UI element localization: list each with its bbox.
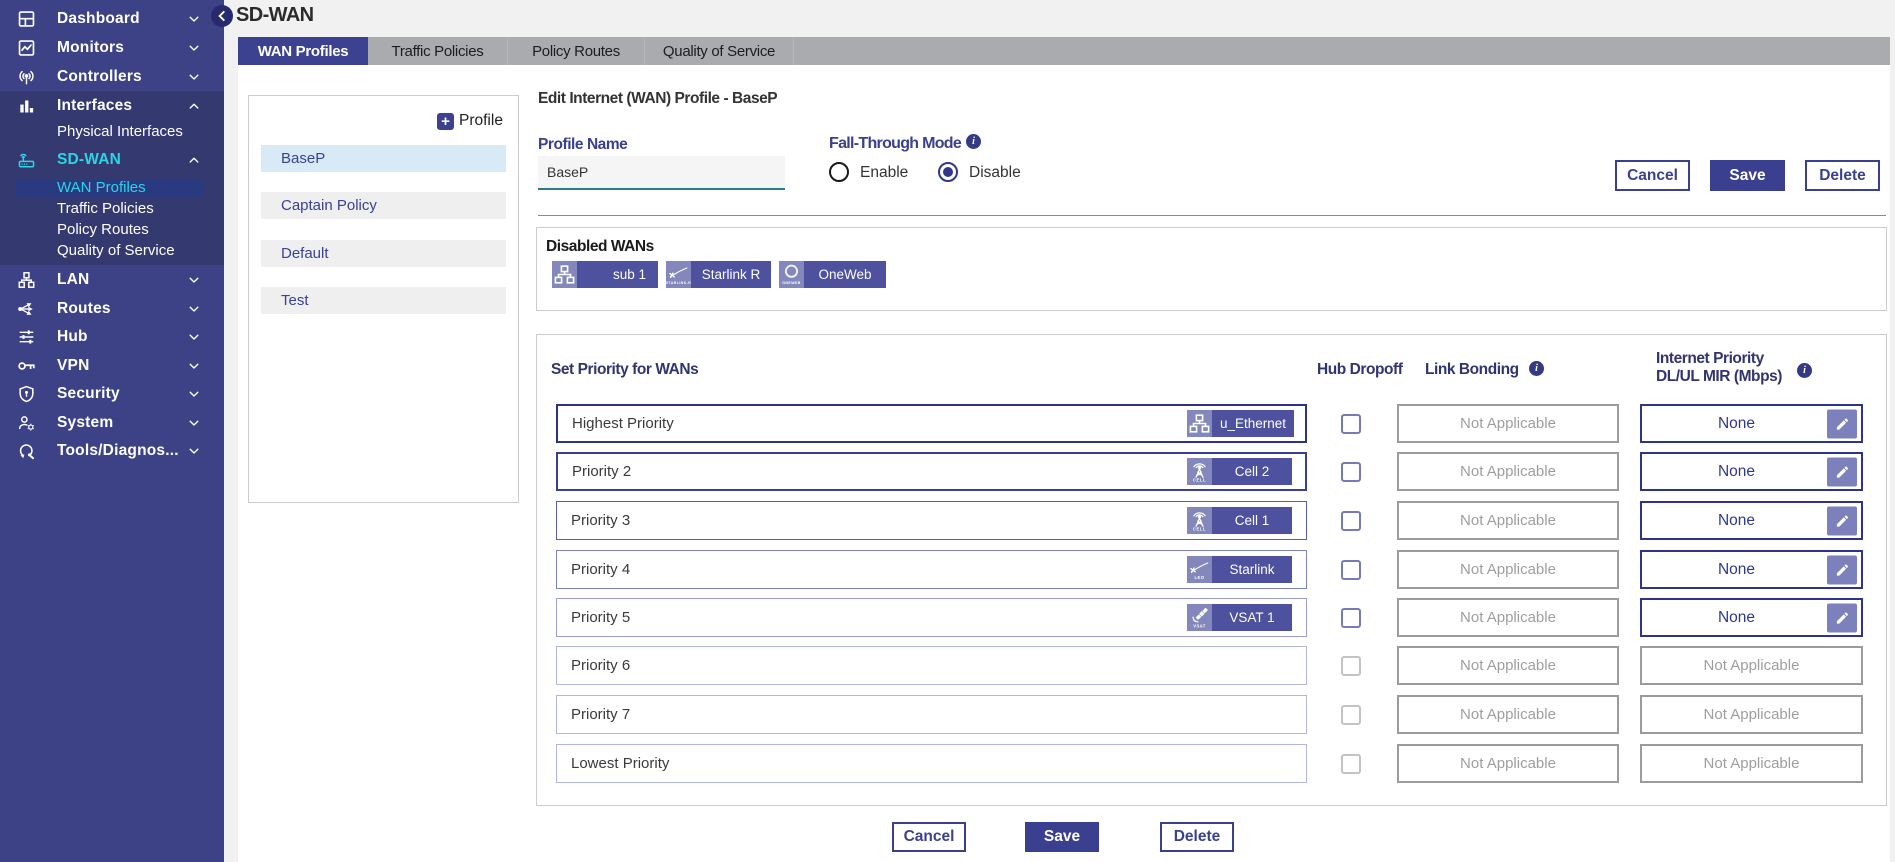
svg-text:LEO: LEO [1194,575,1204,580]
svg-text:CELL: CELL [1193,478,1206,483]
svg-text:ONEWEB: ONEWEB [782,281,801,285]
svg-text:STARLINK-R: STARLINK-R [666,281,691,285]
svg-text:VSAT: VSAT [1193,624,1205,629]
svg-text:CELL: CELL [1193,527,1206,532]
